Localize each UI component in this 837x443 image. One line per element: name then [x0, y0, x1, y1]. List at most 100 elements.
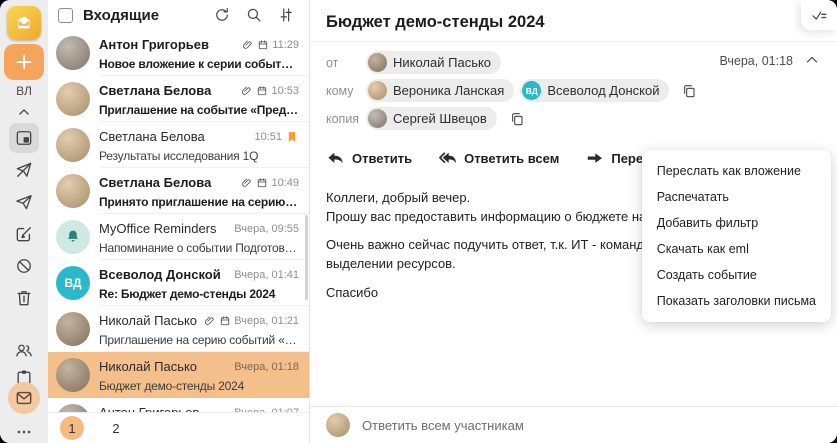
chevron-up-icon	[806, 56, 818, 63]
avatar	[368, 53, 387, 72]
copy-cc-button[interactable]	[507, 109, 527, 129]
reply-all-icon	[439, 152, 457, 164]
refresh-button[interactable]	[211, 4, 233, 26]
sidebar-app-contacts[interactable]	[12, 338, 36, 362]
flag-icon	[288, 131, 296, 142]
reply-button[interactable]: Ответить	[326, 149, 412, 168]
pagination: 1 2	[48, 412, 309, 443]
bell-icon	[68, 230, 78, 242]
email-date: Вчера, 01:18	[719, 54, 793, 68]
avatar	[56, 174, 90, 208]
avatar	[56, 312, 90, 346]
avatar	[56, 36, 90, 70]
cc-label: копия	[326, 111, 360, 126]
avatar	[56, 220, 90, 254]
list-item[interactable]: Светлана Белова 10:51 Результаты исследо…	[48, 122, 309, 168]
avatar	[368, 109, 387, 128]
list-item[interactable]: Светлана Белова 10:49 Принято приглашени…	[48, 168, 309, 214]
quick-reply-placeholder: Ответить всем участникам	[362, 417, 524, 433]
menu-item-print[interactable]: Распечатать	[642, 184, 831, 210]
contact-chip-to[interactable]: ВД Всеволод Донской	[520, 79, 670, 102]
more-apps-button[interactable]	[12, 420, 36, 443]
page-button-2[interactable]: 2	[104, 416, 128, 440]
menu-item-forward-as-attachment[interactable]: Переслать как вложение	[642, 158, 831, 184]
contact-chip-from[interactable]: Николай Пасько	[366, 51, 502, 74]
message-list-panel: Входящие Антон Григорьев 11:29 Новое вло…	[48, 0, 310, 443]
paperclip-icon	[242, 178, 252, 187]
avatar	[56, 404, 90, 412]
chevron-up-icon	[19, 109, 29, 115]
sent-icon	[16, 195, 32, 210]
sidebar-folder-trash[interactable]	[12, 286, 36, 310]
select-messages-button[interactable]	[801, 0, 837, 30]
list-item-selected[interactable]: Николай Пасько Вчера, 01:18 Бюджет демо-…	[48, 352, 309, 398]
search-icon	[247, 8, 261, 22]
list-item[interactable]: ВД Всеволод Донской Вчера, 01:41 Re: Бюд…	[48, 260, 309, 306]
contact-chip-to[interactable]: Вероника Ланская	[366, 79, 515, 102]
avatar	[326, 413, 350, 437]
collapse-header-button[interactable]	[803, 51, 823, 71]
menu-item-create-event[interactable]: Создать событие	[642, 262, 831, 288]
to-label: кому	[326, 83, 354, 98]
sidebar-folder-sent-cancel[interactable]	[12, 158, 36, 182]
sidebar-folder-spam[interactable]	[12, 254, 36, 278]
spam-icon	[17, 259, 31, 273]
context-menu: Переслать как вложение Распечатать Добав…	[641, 150, 831, 322]
mail-icon	[16, 391, 32, 405]
calendar-icon	[259, 39, 268, 49]
contact-chip-cc[interactable]: Сергей Швецов	[366, 107, 497, 130]
app-logo	[7, 6, 41, 40]
plus-icon	[16, 54, 32, 70]
paperclip-icon	[205, 316, 214, 325]
list-scrollbar[interactable]	[305, 215, 308, 300]
avatar	[56, 358, 90, 392]
select-all-checkbox[interactable]	[58, 7, 73, 23]
paperclip-icon	[243, 40, 252, 49]
reply-all-button[interactable]: Ответить всем	[438, 149, 559, 168]
sidebar-folder-inbox[interactable]	[12, 126, 36, 150]
filter-button[interactable]	[275, 4, 297, 26]
left-rail: ВЛ	[0, 0, 48, 443]
message-list: Антон Григорьев 11:29 Новое вложение к с…	[48, 30, 309, 412]
reading-pane: Бюджет демо-стенды 2024 от Николай Паськ…	[310, 0, 837, 443]
sidebar-folder-sent[interactable]	[12, 190, 36, 214]
avatar	[56, 82, 90, 116]
page-button-1[interactable]: 1	[60, 416, 84, 440]
more-icon	[17, 430, 31, 434]
menu-item-show-headers[interactable]: Показать заголовки письма	[642, 288, 831, 314]
avatar-initials: ВД	[522, 81, 542, 100]
quick-reply-bar[interactable]: Ответить всем участникам	[310, 406, 837, 443]
sent-cancel-icon	[16, 162, 32, 177]
sidebar-folder-drafts[interactable]	[12, 222, 36, 246]
list-item[interactable]: Антон Григорьев 11:29 Новое вложение к с…	[48, 30, 309, 76]
copy-icon	[511, 112, 523, 125]
trash-icon	[17, 291, 31, 306]
contacts-icon	[16, 344, 32, 357]
sidebar-app-mail[interactable]	[8, 382, 40, 414]
forward-icon	[588, 153, 603, 163]
paperclip-icon	[242, 86, 252, 95]
copy-icon	[684, 84, 696, 97]
menu-item-download-eml[interactable]: Скачать как eml	[642, 236, 831, 262]
list-item[interactable]: Николай Пасько Вчера, 01:21 Приглашение …	[48, 306, 309, 352]
app-window: ВЛ Входящие Антон Григорьев 11:29 Новое …	[0, 0, 837, 443]
list-item[interactable]: Антон Григорьев Вчера, 01:07	[48, 398, 309, 412]
avatar	[56, 128, 90, 162]
search-button[interactable]	[243, 4, 265, 26]
user-avatar-initials[interactable]: ВЛ	[0, 84, 48, 98]
checklist-icon	[812, 11, 826, 20]
folder-title: Входящие	[83, 6, 160, 24]
avatar	[368, 81, 387, 100]
calendar-icon	[258, 177, 267, 187]
mail-logo-icon	[18, 16, 30, 29]
inbox-icon	[16, 131, 32, 145]
copy-recipients-button[interactable]	[679, 81, 699, 101]
compose-new-button[interactable]	[4, 44, 44, 80]
email-subject-title: Бюджет демо-стенды 2024	[326, 13, 545, 31]
list-item[interactable]: MyOffice Reminders Вчера, 09:55 Напомина…	[48, 214, 309, 260]
list-item[interactable]: Светлана Белова 10:53 Приглашение на соб…	[48, 76, 309, 122]
filter-icon	[280, 8, 292, 22]
menu-item-add-filter[interactable]: Добавить фильтр	[642, 210, 831, 236]
collapse-user-chevron[interactable]	[12, 100, 36, 124]
refresh-icon	[216, 8, 228, 21]
